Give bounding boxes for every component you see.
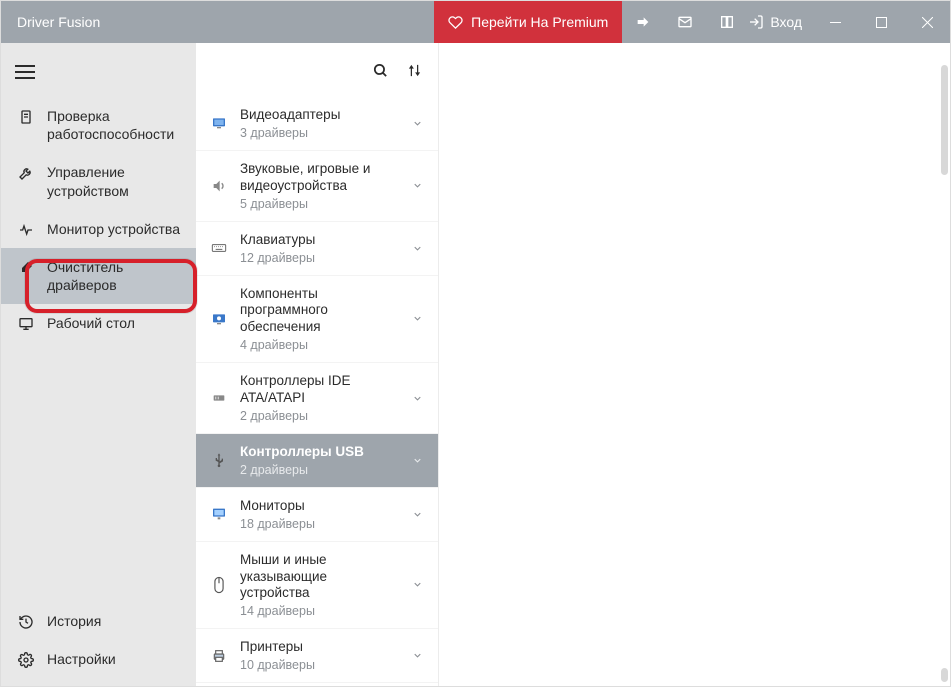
chevron-down-icon [412,650,426,661]
chevron-down-icon [412,180,426,191]
category-count: 2 драйверы [240,409,400,423]
category-count: 14 драйверы [240,604,400,618]
brush-icon [17,260,35,276]
usb-icon [210,452,228,468]
mouse-icon [210,576,228,594]
heartbeat-icon [17,109,35,125]
sidebar-bottom: История Настройки [1,602,196,686]
category-title: Контроллеры IDE ATA/ATAPI [240,373,400,407]
category-list: Видеоадаптеры 3 драйверы Звуковые, игровые… [196,97,438,686]
sidebar-item-label: Настройки [47,650,182,668]
category-title: Клавиатуры [240,232,400,249]
sidebar-item-device-monitor[interactable]: Монитор устройства [1,210,196,248]
book-button[interactable] [706,1,748,43]
category-count: 10 драйверы [240,658,400,672]
main-area: Видеоадаптеры 3 драйверы Звуковые, игровые… [196,43,950,686]
category-count: 4 драйверы [240,338,400,352]
chevron-down-icon [412,455,426,466]
close-button[interactable] [904,1,950,43]
maximize-button[interactable] [858,1,904,43]
minimize-button[interactable] [812,1,858,43]
wrench-icon [17,165,35,181]
printer-icon [210,648,228,664]
sound-icon [210,178,228,194]
chevron-down-icon [412,509,426,520]
display-icon [210,115,228,131]
sidebar-item-label: Проверка работоспособности [47,107,182,143]
sort-button[interactable] [407,63,422,78]
category-count: 5 драйверы [240,197,400,211]
share-button[interactable] [622,1,664,43]
chevron-down-icon [412,118,426,129]
app-body: Проверка работоспособности Управление ус… [1,43,950,686]
category-toolbar [196,43,438,97]
heart-icon [448,15,463,30]
chevron-down-icon [412,579,426,590]
pulse-icon [17,222,35,238]
category-column: Видеоадаптеры 3 драйверы Звуковые, игровые… [196,43,439,686]
chevron-down-icon [412,393,426,404]
scrollbar-thumb[interactable] [941,65,948,175]
login-button[interactable]: Вход [748,1,812,43]
premium-label: Перейти На Premium [471,14,608,30]
category-count: 3 драйверы [240,126,400,140]
sidebar-item-label: Очиститель драйверов [47,258,182,294]
sidebar-item-device-mgmt[interactable]: Управление устройством [1,153,196,209]
sidebar-item-label: История [47,612,182,630]
category-count: 2 драйверы [240,463,400,477]
category-title: Мониторы [240,498,400,515]
gear-icon [17,652,35,668]
nav-list: Проверка работоспособности Управление ус… [1,97,196,686]
category-item[interactable]: Компоненты программного обеспечения4 дра… [196,276,438,364]
category-item[interactable]: Контроллеры USB 2 драйверы [196,434,438,488]
category-item[interactable]: Видеоадаптеры 3 драйверы [196,97,438,151]
history-icon [17,614,35,630]
category-item[interactable]: Звуковые, игровые и видеоустройства 5 дра… [196,151,438,222]
scrollbar-thumb-bottom[interactable] [941,668,948,682]
category-title: Контроллеры USB [240,444,400,461]
category-title: Компоненты программного обеспечения [240,286,400,337]
category-title: Мыши и иные указывающие устройства [240,552,400,603]
search-button[interactable] [372,62,389,79]
category-item[interactable]: Контроллеры IDE ATA/ATAPI 2 драйверы [196,363,438,434]
sidebar-item-label: Монитор устройства [47,220,182,238]
category-item[interactable]: Принтеры 10 драйверы [196,629,438,683]
sidebar-item-desktop[interactable]: Рабочий стол [1,304,196,342]
category-item[interactable]: Мониторы 18 драйверы [196,488,438,542]
desktop-icon [17,316,35,332]
category-title: Звуковые, игровые и видеоустройства [240,161,400,195]
chevron-down-icon [412,243,426,254]
category-title: Видеоадаптеры [240,107,400,124]
software-icon [210,311,228,327]
chevron-down-icon [412,313,426,324]
category-count: 18 драйверы [240,517,400,531]
category-count: 12 драйверы [240,251,400,265]
hamburger-button[interactable] [1,51,196,97]
monitor-icon [210,506,228,522]
login-label: Вход [770,14,802,30]
titlebar: Driver Fusion Перейти На Premium Вход [1,1,950,43]
sidebar-item-health[interactable]: Проверка работоспособности [1,97,196,153]
sidebar-item-settings[interactable]: Настройки [1,640,196,678]
category-item[interactable]: Сетевые адаптеры2 драйверы [196,683,438,686]
ide-icon [210,390,228,406]
app-title: Driver Fusion [1,1,116,43]
detail-pane [439,43,950,686]
category-title: Принтеры [240,639,400,656]
sidebar-item-history[interactable]: История [1,602,196,640]
premium-button[interactable]: Перейти На Premium [434,1,622,43]
category-item[interactable]: Клавиатуры 12 драйверы [196,222,438,276]
sidebar: Проверка работоспособности Управление ус… [1,43,196,686]
mail-button[interactable] [664,1,706,43]
sidebar-item-label: Рабочий стол [47,314,182,332]
keyboard-icon [210,240,228,256]
category-item[interactable]: Мыши и иные указывающие устройства14 дра… [196,542,438,630]
sidebar-item-driver-cleaner[interactable]: Очиститель драйверов [1,248,196,304]
sidebar-item-label: Управление устройством [47,163,182,199]
